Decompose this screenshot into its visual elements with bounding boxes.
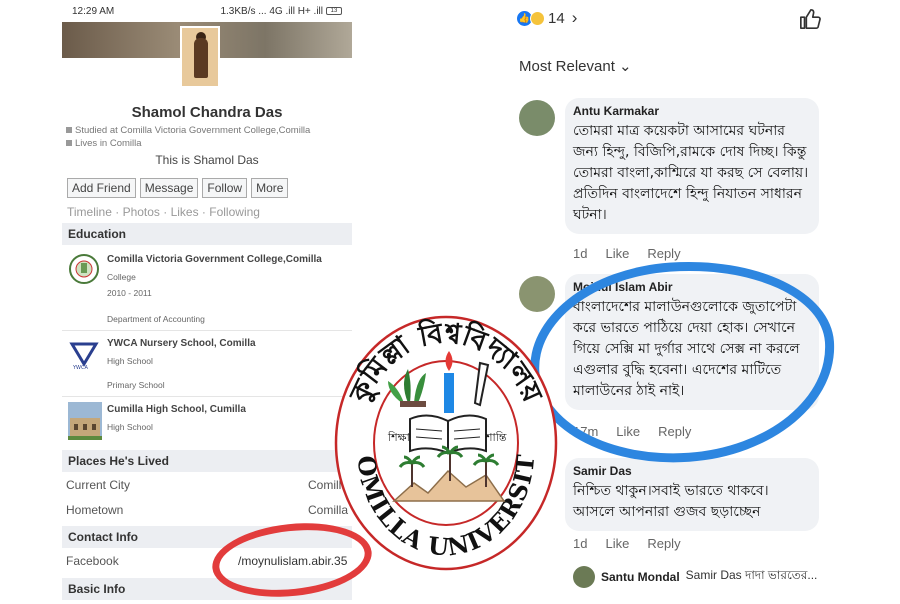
school-building-icon [68,402,102,440]
reply-preview[interactable]: Santu Mondal Samir Das দাদা ভারতের... [573,566,817,588]
avatar [573,566,595,588]
hometown-row: Hometown Comilla [62,503,352,517]
education-type: College [107,272,136,282]
profile-bio: This is Shamol Das [155,153,259,167]
status-time: 12:29 AM [72,5,115,17]
more-button[interactable]: More [251,178,289,198]
add-friend-button[interactable]: Add Friend [67,178,136,198]
ywca-logo-icon: YWCA [69,342,99,370]
like-link[interactable]: Like [605,246,629,261]
education-item[interactable]: Comilla Victoria Government College,Comi… [62,250,352,330]
status-bar: 12:29 AM 1.3KB/s ... 4G .ill H+ .ill 13 [62,0,352,22]
sort-dropdown[interactable]: Most Relevant ⌄ [519,57,632,75]
education-title: Cumilla High School, Cumilla [107,404,246,415]
education-item[interactable]: Cumilla High School, Cumilla High School [62,400,352,444]
battery-icon: 13 [326,7,342,15]
comment-text: নিশ্চিত থাকুন।সবাই ভারতে থাকবে।আসলে আপনা… [573,483,769,520]
comment-author[interactable]: Samir Das [573,464,809,478]
hometown-label: Hometown [66,503,124,517]
education-type: Primary School [107,380,165,390]
profile-actions: Add Friend Message Follow More [67,178,289,198]
comment-time: 1d [573,246,588,261]
comment-bubble: Samir Das নিশ্চিত থাকুন।সবাই ভারতে থাকবে… [565,458,819,531]
open-book-icon [409,414,487,455]
like-link[interactable]: Like [605,536,629,551]
comment-actions: 1d Like Reply [573,536,681,551]
education-type: High School [107,422,153,432]
education-type: High School [107,356,153,366]
lives-in: Lives in Comilla [75,138,142,149]
comment-author[interactable]: Antu Karmakar [573,104,809,118]
comment-time: 1d [573,536,588,551]
avatar[interactable] [519,100,555,136]
university-seal: কুমিল্লা বিশ্ববিদ্যালয় COMILLA UNIVERSI… [330,293,558,571]
education-title: Comilla Victoria Government College,Comi… [107,254,322,265]
profile-tabs[interactable]: Timeline · Photos · Likes · Following [67,205,260,219]
home-icon [66,140,72,146]
profile-name: Shamol Chandra Das [131,104,283,121]
seal-left-word: শিক্ষা [387,431,411,444]
college-seal-icon [69,254,99,284]
facebook-label: Facebook [66,554,119,568]
graduation-icon [66,127,72,133]
current-city-row: Current City Comilla [62,478,352,492]
education-department: Department of Accounting [107,314,205,324]
sort-label: Most Relevant [519,58,615,75]
reaction-count: 14 [548,9,565,27]
comment-bubble: Antu Karmakar তোমরা মাত্র কয়েকটা আসামের… [565,98,819,234]
follow-button[interactable]: Follow [202,178,248,198]
reply-link[interactable]: Reply [647,246,680,261]
comment-text: তোমরা মাত্র কয়েকটা আসামের ঘটনার জন্য হি… [573,123,809,223]
svg-text:YWCA: YWCA [72,365,88,370]
education-years: 2010 - 2011 [107,288,152,298]
education-item[interactable]: YWCA YWCA Nursery School, Comilla High S… [62,334,352,394]
sad-reaction-icon [530,10,545,26]
reply-author: Santu Mondal [601,570,680,584]
comment-actions: 1d Like Reply [573,246,681,261]
reply-link[interactable]: Reply [647,536,680,551]
education-header: Education [62,223,352,245]
profile-screenshot: 12:29 AM 1.3KB/s ... 4G .ill H+ .ill 13 … [62,0,352,600]
education-title: YWCA Nursery School, Comilla [107,338,256,349]
reply-preview-text: Samir Das দাদা ভারতের... [685,568,818,582]
chevron-down-icon: ⌄ [619,58,632,75]
chevron-right-icon: › [571,8,578,27]
profile-avatar[interactable] [180,26,220,88]
places-header: Places He's Lived [62,450,352,472]
thumbs-up-icon[interactable] [799,8,821,30]
profile-meta: Studied at Comilla Victoria Government C… [66,124,310,150]
seal-right-word: শান্তি [485,431,507,444]
network-status: 1.3KB/s ... 4G .ill H+ .ill [220,5,323,17]
current-city-label: Current City [66,478,131,492]
reaction-summary[interactable]: 👍 14 › [517,8,577,28]
message-button[interactable]: Message [139,178,199,198]
studied-at: Studied at Comilla Victoria Government C… [75,125,311,136]
